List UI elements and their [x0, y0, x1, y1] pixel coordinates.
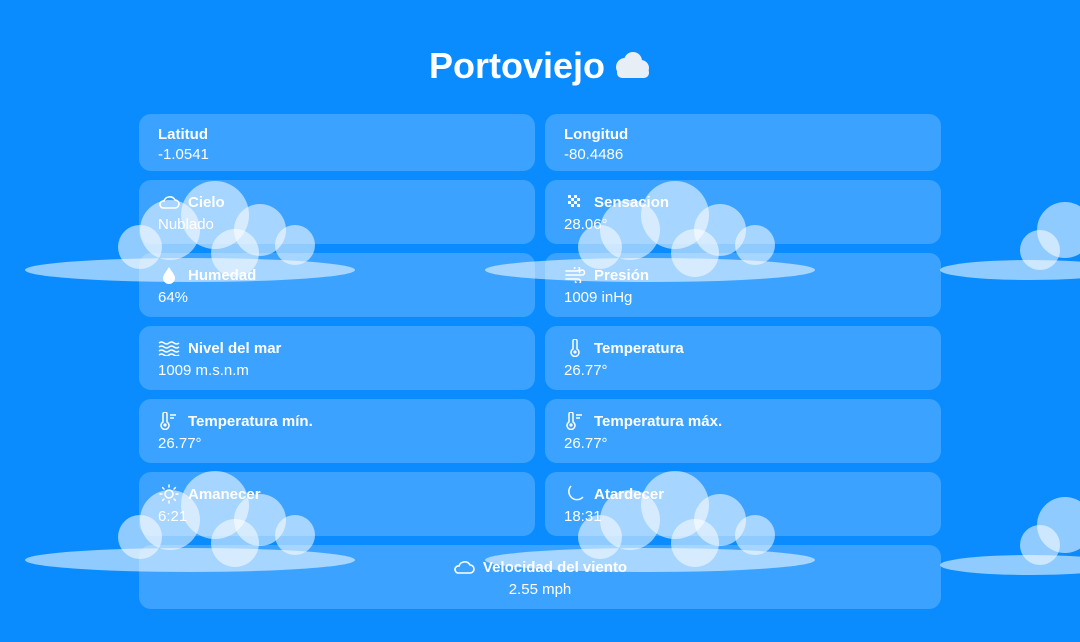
- card-value: -1.0541: [158, 146, 209, 163]
- waves-icon: [158, 341, 180, 356]
- card-sky: Cielo Nublado: [139, 180, 535, 244]
- card-sunrise: Amanecer 6:21: [139, 472, 535, 536]
- card-value: -80.4486: [564, 146, 624, 163]
- dots-icon: [568, 195, 580, 207]
- card-sea-level: Nivel del mar 1009 m.s.n.m: [139, 326, 535, 390]
- card-label: Longitud: [564, 125, 629, 143]
- card-value: 18:31: [564, 508, 602, 525]
- card-label: Temperatura máx.: [594, 412, 723, 430]
- card-latitude: Latitud -1.0541: [139, 114, 535, 171]
- card-value: 1009 m.s.n.m: [158, 362, 249, 379]
- card-label: Presión: [594, 266, 650, 284]
- card-value: 26.77°: [158, 435, 202, 452]
- cloud-outline-icon: [454, 561, 475, 574]
- cloud-icon: [611, 48, 651, 92]
- card-value: 2.55 mph: [508, 581, 572, 598]
- card-value: 26.77°: [564, 435, 608, 452]
- card-temp-max: Temperatura máx. 26.77°: [545, 399, 941, 463]
- card-label: Atardecer: [594, 485, 665, 503]
- card-sunset: Atardecer 18:31: [545, 472, 941, 536]
- wind-icon: [565, 267, 586, 283]
- card-pressure: Presión 1009 inHg: [545, 253, 941, 317]
- card-value: 26.77°: [564, 362, 608, 379]
- droplet-icon: [163, 267, 175, 284]
- city-name: Portoviejo: [428, 45, 606, 86]
- sun-icon: [159, 484, 179, 504]
- thermometer-low-icon: [160, 412, 176, 430]
- card-label: Humedad: [188, 266, 257, 284]
- weather-grid: Latitud -1.0541 Longitud -80.4486 Cielo …: [139, 114, 941, 618]
- card-label: Sensacion: [594, 193, 670, 211]
- moon-icon: [568, 485, 584, 501]
- card-label: Velocidad del viento: [482, 558, 628, 576]
- page-title: Portoviejo: [0, 44, 1080, 92]
- card-temp-min: Temperatura mín. 26.77°: [139, 399, 535, 463]
- background-cloud: [940, 497, 1080, 575]
- card-label: Nivel del mar: [188, 339, 282, 357]
- card-label: Temperatura mín.: [188, 412, 313, 430]
- card-value: Nublado: [158, 216, 214, 233]
- card-value: 64%: [158, 289, 189, 306]
- card-humidity: Humedad 64%: [139, 253, 535, 317]
- card-wind-speed: Velocidad del viento 2.55 mph: [139, 545, 941, 609]
- card-value: 1009 inHg: [564, 289, 633, 306]
- card-temperature: Temperatura 26.77°: [545, 326, 941, 390]
- thermometer-icon: [570, 339, 580, 357]
- card-value: 6:21: [158, 508, 188, 525]
- thermometer-high-icon: [566, 412, 582, 430]
- card-label: Amanecer: [188, 485, 261, 503]
- cloud-outline-icon: [159, 196, 180, 209]
- card-label: Cielo: [188, 193, 225, 211]
- card-feels-like: Sensacion 28.06°: [545, 180, 941, 244]
- background-cloud: [940, 202, 1080, 280]
- card-longitude: Longitud -80.4486: [545, 114, 941, 171]
- card-label: Temperatura: [594, 339, 684, 357]
- card-value: 28.06°: [564, 216, 608, 233]
- card-label: Latitud: [158, 125, 208, 143]
